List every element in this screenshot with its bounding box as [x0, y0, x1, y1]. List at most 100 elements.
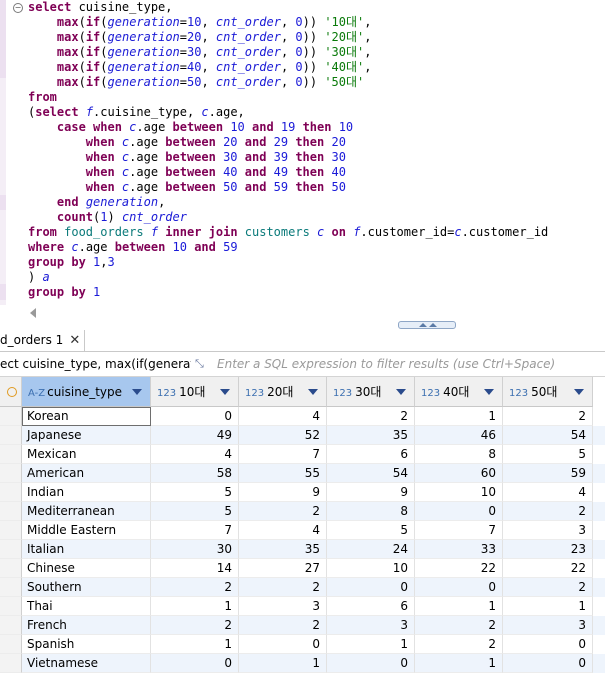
count-cell[interactable]: 9 [239, 483, 327, 502]
table-row[interactable]: Italian 30 35 24 33 23 [0, 540, 605, 559]
cuisine-cell[interactable]: American [22, 464, 151, 483]
count-cell[interactable]: 54 [327, 464, 415, 483]
count-cell[interactable]: 54 [503, 426, 593, 445]
count-cell[interactable]: 27 [239, 559, 327, 578]
count-cell[interactable]: 2 [151, 578, 239, 597]
filter-expand-icon[interactable]: ⤡ [195, 356, 211, 372]
count-cell[interactable]: 1 [151, 597, 239, 616]
sort-dropdown-icon[interactable] [574, 389, 584, 395]
row-header[interactable] [0, 483, 22, 502]
table-row[interactable]: Southern 2 2 0 0 2 [0, 578, 605, 597]
count-cell[interactable]: 1 [415, 407, 503, 426]
cuisine-cell[interactable]: Italian [22, 540, 151, 559]
column-header-gen-50[interactable]: 123 50대 [503, 377, 593, 407]
count-cell[interactable]: 46 [415, 426, 503, 445]
count-cell[interactable]: 1 [415, 597, 503, 616]
count-cell[interactable]: 0 [415, 502, 503, 521]
row-header[interactable] [0, 540, 22, 559]
count-cell[interactable]: 2 [415, 635, 503, 654]
count-cell[interactable]: 1 [151, 635, 239, 654]
table-row[interactable]: Middle Eastern 7 4 5 7 3 [0, 521, 605, 540]
count-cell[interactable]: 7 [239, 445, 327, 464]
count-cell[interactable]: 2 [151, 616, 239, 635]
cuisine-cell[interactable]: Japanese [22, 426, 151, 445]
count-cell[interactable]: 4 [239, 521, 327, 540]
table-row[interactable]: Mexican 4 7 6 8 5 [0, 445, 605, 464]
row-header[interactable] [0, 502, 22, 521]
cuisine-cell[interactable]: Thai [22, 597, 151, 616]
row-header[interactable] [0, 464, 22, 483]
row-header[interactable] [0, 597, 22, 616]
count-cell[interactable]: 2 [239, 616, 327, 635]
cuisine-cell[interactable]: Middle Eastern [22, 521, 151, 540]
count-cell[interactable]: 10 [327, 559, 415, 578]
count-cell[interactable]: 2 [239, 578, 327, 597]
count-cell[interactable]: 0 [151, 654, 239, 673]
count-cell[interactable]: 55 [239, 464, 327, 483]
count-cell[interactable]: 2 [239, 502, 327, 521]
count-cell[interactable]: 1 [327, 635, 415, 654]
table-row[interactable]: Indian 5 9 9 10 4 [0, 483, 605, 502]
count-cell[interactable]: 0 [239, 635, 327, 654]
count-cell[interactable]: 5 [151, 502, 239, 521]
count-cell[interactable]: 1 [239, 654, 327, 673]
table-row[interactable]: Vietnamese 0 1 0 1 0 [0, 654, 605, 673]
count-cell[interactable]: 3 [503, 521, 593, 540]
filter-input[interactable]: Enter a SQL expression to filter results… [217, 352, 555, 376]
row-header[interactable] [0, 426, 22, 445]
count-cell[interactable]: 5 [151, 483, 239, 502]
count-cell[interactable]: 33 [415, 540, 503, 559]
table-row[interactable]: Thai 1 3 6 1 1 [0, 597, 605, 616]
cuisine-cell[interactable]: Indian [22, 483, 151, 502]
count-cell[interactable]: 35 [239, 540, 327, 559]
sort-dropdown-icon[interactable] [220, 389, 230, 395]
count-cell[interactable]: 23 [503, 540, 593, 559]
select-all-corner[interactable] [0, 377, 22, 407]
cuisine-cell[interactable]: Chinese [22, 559, 151, 578]
column-header-cuisine-type[interactable]: A-Z cuisine_type [22, 377, 151, 407]
count-cell[interactable]: 2 [327, 407, 415, 426]
count-cell[interactable]: 2 [503, 407, 593, 426]
scroll-left-arrow-icon[interactable] [30, 308, 36, 318]
sql-editor[interactable]: − select cuisine_type, max(if(generation… [0, 0, 605, 320]
count-cell[interactable]: 3 [239, 597, 327, 616]
count-cell[interactable]: 0 [503, 635, 593, 654]
count-cell[interactable]: 0 [503, 654, 593, 673]
fold-toggle-icon[interactable]: − [13, 3, 23, 13]
splitter-handle[interactable] [398, 321, 456, 329]
count-cell[interactable]: 0 [151, 407, 239, 426]
count-cell[interactable]: 0 [327, 578, 415, 597]
table-row[interactable]: Spanish 1 0 1 2 0 [0, 635, 605, 654]
cuisine-cell[interactable]: Vietnamese [22, 654, 151, 673]
table-row[interactable]: Mediterranean 5 2 8 0 2 [0, 502, 605, 521]
count-cell[interactable]: 1 [503, 597, 593, 616]
results-grid[interactable]: A-Z cuisine_type 123 10대 123 20대 123 30대 123 40대 1… [0, 377, 605, 673]
count-cell[interactable]: 1 [415, 654, 503, 673]
row-header[interactable] [0, 521, 22, 540]
sort-dropdown-icon[interactable] [396, 389, 406, 395]
count-cell[interactable]: 7 [415, 521, 503, 540]
panel-splitter[interactable] [0, 320, 605, 330]
row-header[interactable] [0, 407, 22, 426]
count-cell[interactable]: 52 [239, 426, 327, 445]
count-cell[interactable]: 8 [415, 445, 503, 464]
count-cell[interactable]: 6 [327, 597, 415, 616]
count-cell[interactable]: 2 [503, 502, 593, 521]
count-cell[interactable]: 22 [503, 559, 593, 578]
count-cell[interactable]: 4 [151, 445, 239, 464]
count-cell[interactable]: 5 [503, 445, 593, 464]
count-cell[interactable]: 4 [503, 483, 593, 502]
count-cell[interactable]: 3 [327, 616, 415, 635]
table-row[interactable]: Korean 0 4 2 1 2 [0, 407, 605, 426]
count-cell[interactable]: 30 [151, 540, 239, 559]
row-header[interactable] [0, 445, 22, 464]
column-header-gen-20[interactable]: 123 20대 [239, 377, 327, 407]
column-header-gen-10[interactable]: 123 10대 [151, 377, 239, 407]
cuisine-cell[interactable]: Southern [22, 578, 151, 597]
results-tab[interactable]: d_orders 1 ✕ [0, 330, 86, 351]
count-cell[interactable]: 22 [415, 559, 503, 578]
count-cell[interactable]: 0 [327, 654, 415, 673]
count-cell[interactable]: 4 [239, 407, 327, 426]
count-cell[interactable]: 14 [151, 559, 239, 578]
cuisine-cell[interactable]: Mexican [22, 445, 151, 464]
